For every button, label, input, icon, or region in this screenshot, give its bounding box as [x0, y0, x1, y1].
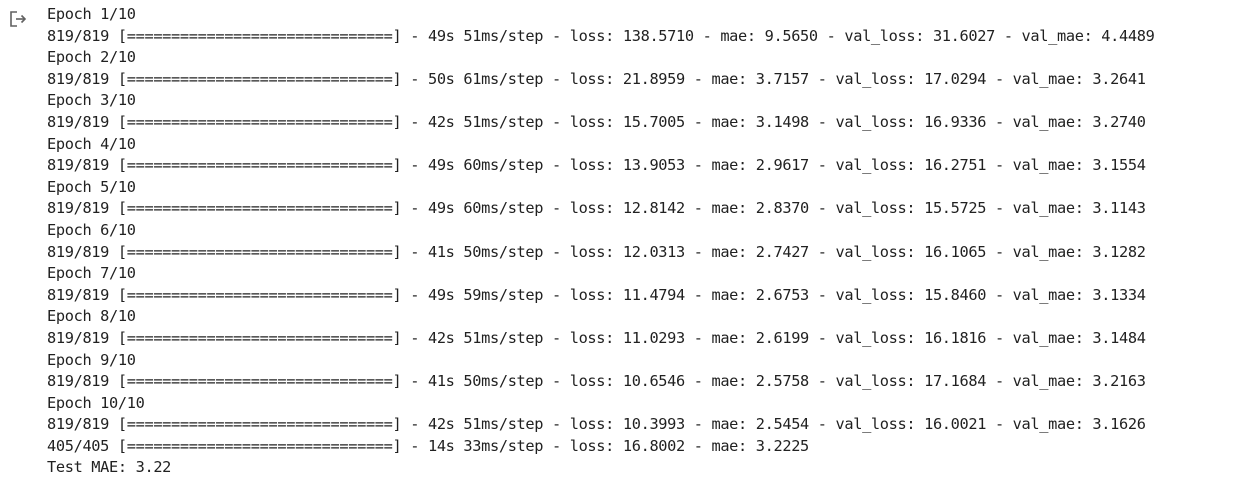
epoch-header: Epoch 2/10	[47, 48, 136, 67]
epoch-header: Epoch 7/10	[47, 264, 136, 283]
output-text: Epoch 1/10 819/819 [====================…	[47, 4, 1258, 479]
test-mae-result: Test MAE: 3.22	[47, 458, 172, 477]
progress-line: 819/819 [==============================]…	[47, 328, 1146, 347]
progress-line: 819/819 [==============================]…	[47, 372, 1146, 391]
output-redirect-icon[interactable]	[8, 9, 28, 29]
progress-line: 819/819 [==============================]…	[47, 199, 1146, 218]
progress-line: 819/819 [==============================]…	[47, 69, 1146, 88]
epoch-header: Epoch 10/10	[47, 393, 145, 412]
epoch-header: Epoch 5/10	[47, 177, 136, 196]
epoch-header: Epoch 9/10	[47, 350, 136, 369]
progress-line: 819/819 [==============================]…	[47, 242, 1146, 261]
progress-line: 819/819 [==============================]…	[47, 285, 1146, 304]
epoch-header: Epoch 4/10	[47, 134, 136, 153]
progress-line: 819/819 [==============================]…	[47, 156, 1146, 175]
epoch-header: Epoch 3/10	[47, 91, 136, 110]
progress-line: 819/819 [==============================]…	[47, 26, 1155, 45]
epoch-header: Epoch 1/10	[47, 5, 136, 23]
progress-line: 819/819 [==============================]…	[47, 415, 1146, 434]
progress-line: 819/819 [==============================]…	[47, 112, 1146, 131]
epoch-header: Epoch 8/10	[47, 307, 136, 326]
epoch-header: Epoch 6/10	[47, 220, 136, 239]
evaluate-line: 405/405 [==============================]…	[47, 436, 809, 455]
